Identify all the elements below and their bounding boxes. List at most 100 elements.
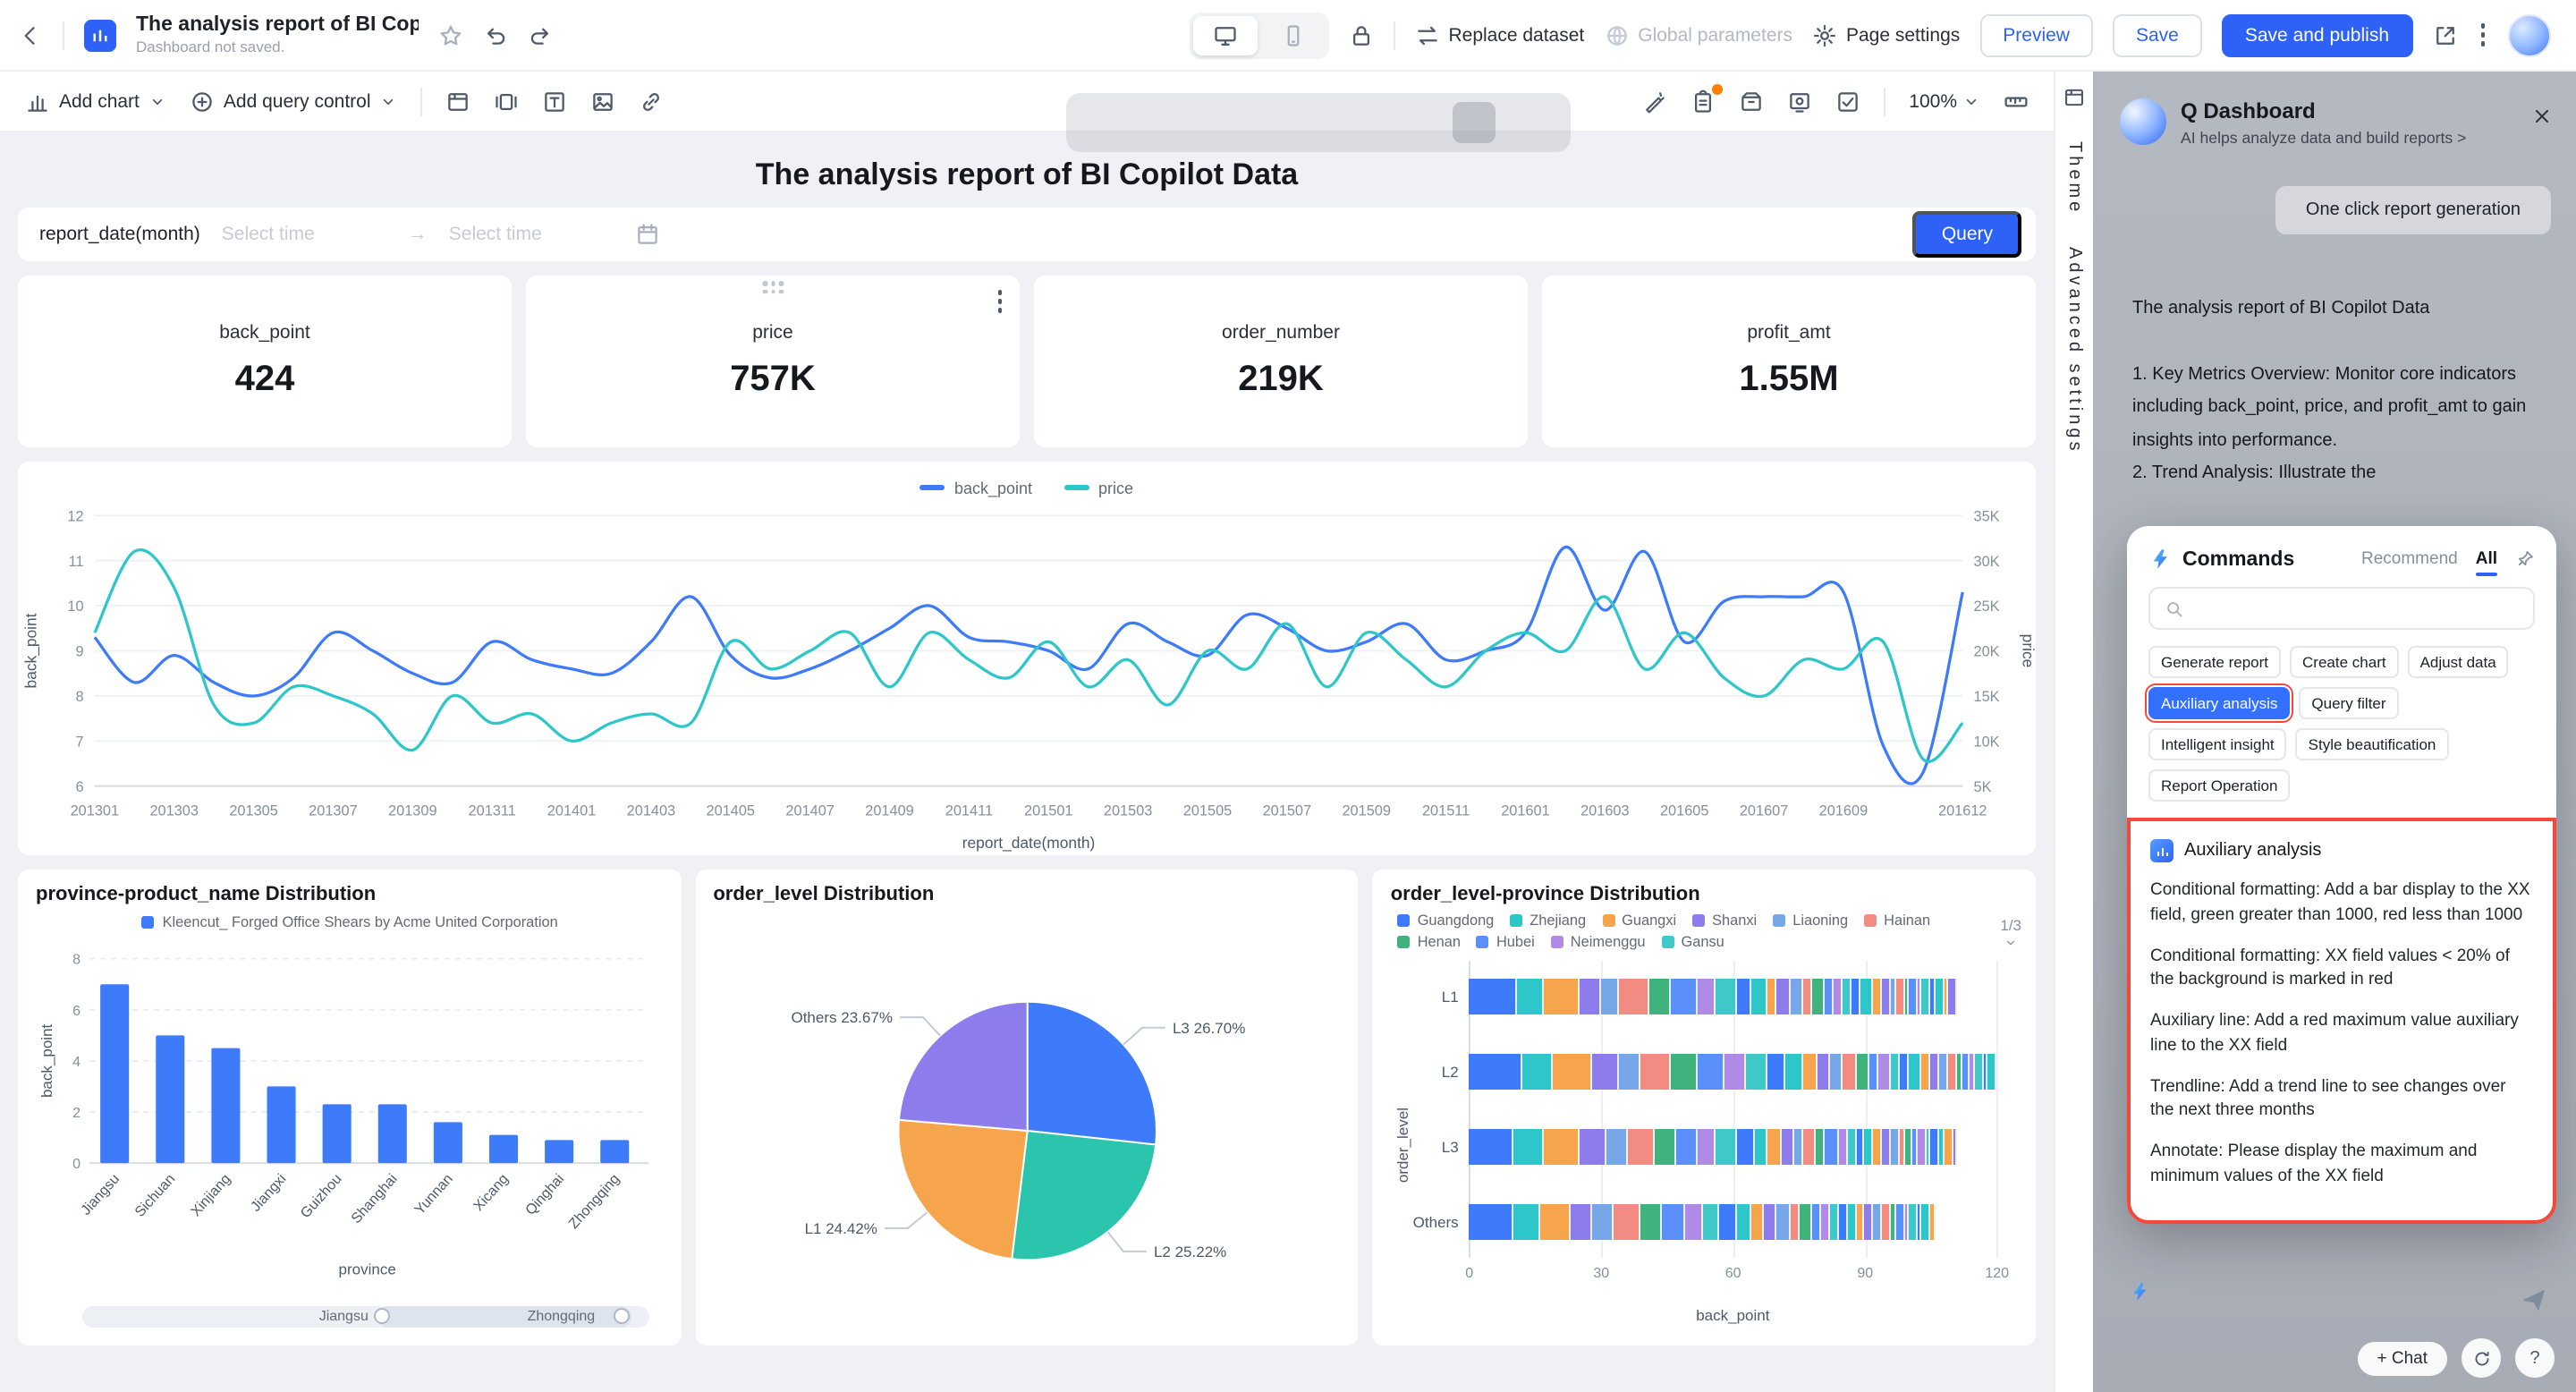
legend-item-Zhejiang[interactable]: Zhejiang [1510, 912, 1586, 929]
link-icon[interactable] [640, 89, 665, 114]
zoom-control[interactable]: 100% [1909, 90, 1980, 112]
more-menu-icon[interactable] [2477, 21, 2488, 50]
one-click-report-button[interactable]: One click report generation [2275, 186, 2551, 234]
legend-item-Guangdong[interactable]: Guangdong [1398, 912, 1495, 929]
replace-dataset-button[interactable]: Replace dataset [1414, 22, 1584, 47]
bar[interactable] [211, 1048, 240, 1163]
image-icon[interactable] [591, 89, 616, 114]
tab-recommend[interactable]: Recommend [2361, 549, 2458, 569]
zoom-track[interactable]: Jiangsu Zhongqing [82, 1306, 648, 1328]
kpi-card-price[interactable]: price 757K [526, 276, 1020, 447]
lock-icon[interactable] [1348, 22, 1373, 47]
suggestion-item[interactable]: Conditional formatting: XX field values … [2150, 944, 2533, 993]
stacked-bar-L1[interactable] [1470, 979, 1957, 1014]
commands-search-input[interactable] [2193, 597, 2519, 620]
legend-item-Henan[interactable]: Henan [1398, 934, 1461, 950]
command-chip-create-chart[interactable]: Create chart [2290, 646, 2399, 678]
tab-advanced-settings[interactable]: Advanced settings [2064, 247, 2084, 454]
clipboard-badge-wrap[interactable] [1690, 89, 1716, 114]
bar[interactable] [545, 1140, 573, 1163]
pie-chart-card[interactable]: order_level Distribution L3 26.70%L2 25.… [695, 870, 1358, 1345]
tab-theme[interactable]: Theme [2064, 141, 2084, 215]
stacked-bar-L3[interactable] [1470, 1129, 1957, 1165]
chat-button[interactable]: + Chat [2357, 1341, 2447, 1375]
send-icon[interactable] [2521, 1286, 2547, 1313]
tab-container-icon[interactable] [446, 89, 471, 114]
device-toggle[interactable] [1189, 12, 1328, 58]
legend-item-Guangxi[interactable]: Guangxi [1602, 912, 1676, 929]
checklist-icon[interactable] [1835, 89, 1860, 114]
preview-monitor-icon[interactable] [1787, 89, 1812, 114]
legend-item-back-point[interactable]: back_point [920, 480, 1032, 497]
pie-slice-L3[interactable] [1027, 1002, 1156, 1145]
command-chip-intelligent-insight[interactable]: Intelligent insight [2148, 728, 2287, 760]
help-button[interactable]: ? [2515, 1338, 2555, 1378]
command-chip-report-operation[interactable]: Report Operation [2148, 769, 2290, 802]
suggestion-item[interactable]: Trendline: Add a trend line to see chang… [2150, 1074, 2533, 1124]
bar-chart-card[interactable]: province-product_name Distribution Kleen… [18, 870, 681, 1345]
desktop-mode-toggle[interactable] [1192, 15, 1257, 55]
legend-pager[interactable]: 1/3 [2000, 916, 2021, 950]
bar[interactable] [267, 1086, 295, 1163]
refresh-button[interactable] [2462, 1338, 2501, 1378]
ruler-icon[interactable] [2004, 89, 2029, 114]
mobile-mode-toggle[interactable] [1260, 15, 1325, 55]
legend-item-price[interactable]: price [1064, 480, 1133, 497]
zoom-handle-right[interactable] [614, 1308, 630, 1324]
drag-handle-icon[interactable] [763, 281, 784, 293]
suggestion-item[interactable]: Conditional formatting: Add a bar displa… [2150, 878, 2533, 928]
pie-slice-L2[interactable] [1012, 1131, 1156, 1260]
kpi-card-back-point[interactable]: back_point 424 [18, 276, 512, 447]
text-box-icon[interactable] [543, 89, 568, 114]
command-chip-adjust-data[interactable]: Adjust data [2408, 646, 2509, 678]
stacked-bar-Others[interactable] [1470, 1204, 1936, 1240]
command-chip-auxiliary-analysis[interactable]: Auxiliary analysis [2148, 687, 2290, 719]
kpi-card-order-number[interactable]: order_number 219K [1034, 276, 1528, 447]
calendar-icon[interactable] [635, 222, 660, 247]
bar[interactable] [489, 1135, 518, 1163]
legend-item-Shanxi[interactable]: Shanxi [1692, 912, 1757, 929]
legend-item-Hubei[interactable]: Hubei [1477, 934, 1535, 950]
legend-item-Gansu[interactable]: Gansu [1662, 934, 1724, 950]
trend-chart-card[interactable]: back_point price 67891011125K10K15K20K25… [18, 462, 2036, 855]
kpi-card-profit-amt[interactable]: profit_amt 1.55M [1542, 276, 2036, 447]
bar[interactable] [156, 1035, 184, 1163]
command-chip-query-filter[interactable]: Query filter [2299, 687, 2398, 719]
commands-search[interactable] [2148, 587, 2535, 630]
bar[interactable] [378, 1104, 407, 1163]
close-icon[interactable] [2531, 106, 2553, 127]
query-button[interactable]: Query [1913, 211, 2021, 258]
end-date-input[interactable] [445, 222, 617, 247]
back-icon[interactable] [18, 22, 43, 47]
legend-item-Liaoning[interactable]: Liaoning [1773, 912, 1848, 929]
favorite-star-icon[interactable] [438, 22, 463, 47]
card-menu-icon[interactable] [994, 286, 1005, 316]
bar[interactable] [600, 1140, 629, 1163]
pie-slice-L1[interactable] [898, 1120, 1027, 1259]
data-zoom-slider[interactable]: Jiangsu Zhongqing [82, 1306, 648, 1328]
user-avatar[interactable] [2508, 13, 2551, 56]
suggestion-item[interactable]: Auxiliary line: Add a red maximum value … [2150, 1009, 2533, 1058]
legend-item-Neimenggu[interactable]: Neimenggu [1551, 934, 1646, 950]
save-button[interactable]: Save [2113, 13, 2202, 56]
command-chip-style-beautification[interactable]: Style beautification [2296, 728, 2449, 760]
archive-box-icon[interactable] [1739, 89, 1764, 114]
legend-item[interactable]: Kleencut_ Forged Office Shears by Acme U… [141, 913, 558, 929]
assistant-subtitle[interactable]: AI helps analyze data and build reports … [2181, 129, 2466, 147]
share-export-icon[interactable] [2432, 22, 2457, 47]
save-and-publish-button[interactable]: Save and publish [2222, 13, 2412, 56]
tab-all[interactable]: All [2476, 549, 2497, 569]
style-wand-icon[interactable] [1642, 89, 1667, 114]
bar[interactable] [434, 1122, 462, 1163]
pie-slice-Others[interactable] [898, 1002, 1027, 1131]
undo-icon[interactable] [483, 22, 508, 47]
stacked-chart-card[interactable]: order_level-province Distribution 1/3 Gu… [1373, 870, 2036, 1345]
pin-icon[interactable] [2515, 549, 2535, 569]
suggestion-item[interactable]: Annotate: Please display the maximum and… [2150, 1140, 2533, 1189]
start-date-input[interactable] [218, 222, 390, 247]
legend-item-Hainan[interactable]: Hainan [1864, 912, 1930, 929]
carousel-icon[interactable] [495, 89, 520, 114]
page-settings-button[interactable]: Page settings [1812, 22, 1960, 47]
command-chip-generate-report[interactable]: Generate report [2148, 646, 2281, 678]
bar[interactable] [323, 1104, 352, 1163]
